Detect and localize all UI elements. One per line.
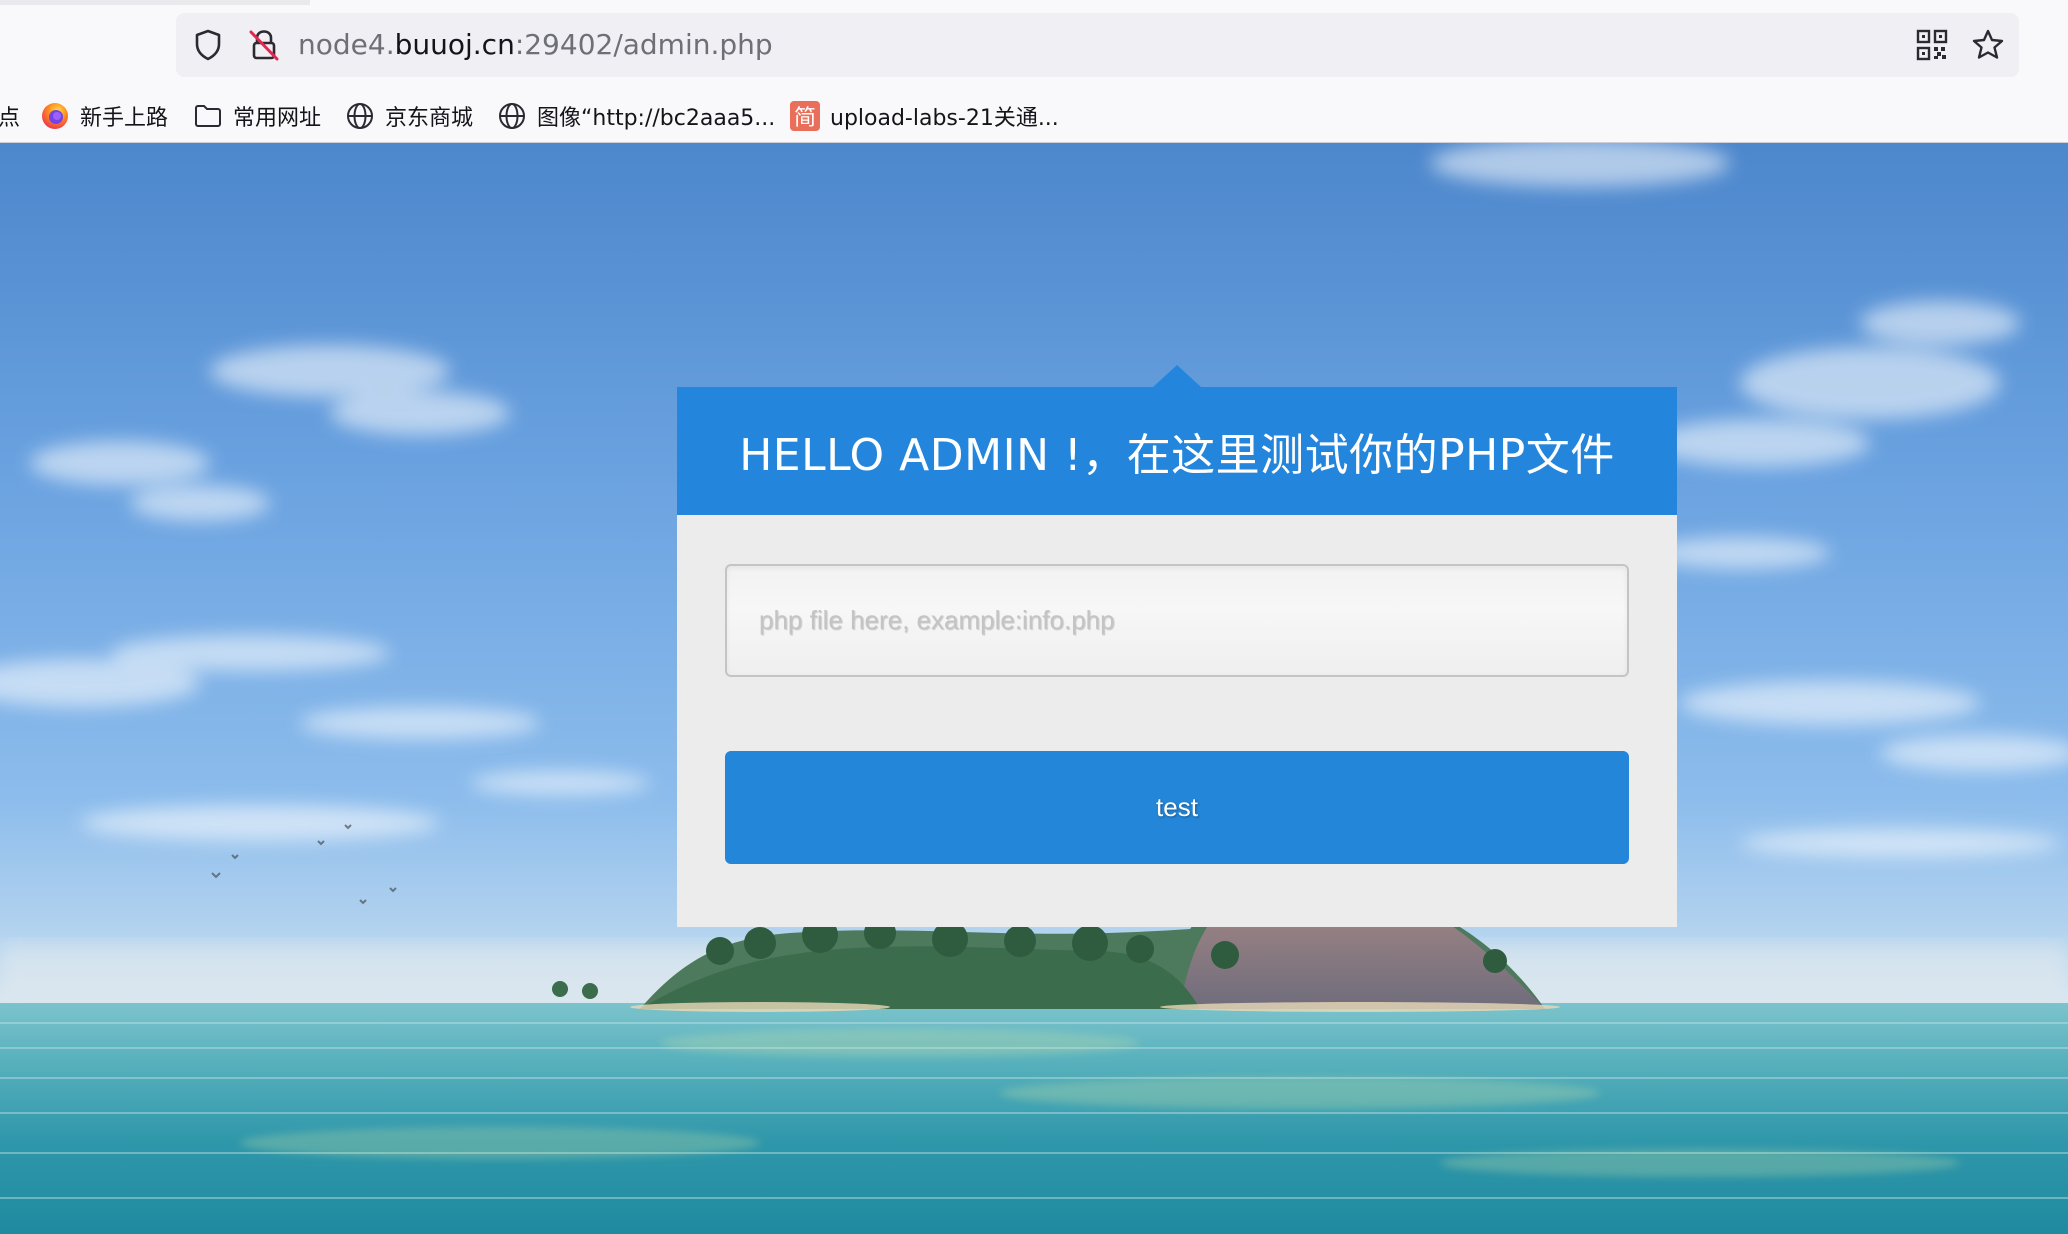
url-text[interactable]: node4.buuoj.cn:29402/admin.php: [298, 28, 773, 62]
address-bar[interactable]: node4.buuoj.cn:29402/admin.php: [176, 13, 2019, 77]
bookmark-image-link[interactable]: 图像“http://bc2aaa5...: [497, 96, 775, 136]
bookmarks-toolbar: 点 新手上路 常用网址 京东商城 图像“http://bc2aaa5... 简 …: [0, 92, 2068, 140]
bookmark-folder-common-sites[interactable]: 常用网址: [193, 96, 321, 136]
page-viewport: HELLO ADMIN !，在这里测试你的PHP文件 test: [0, 143, 2068, 1234]
bookmark-truncated[interactable]: 点: [0, 96, 20, 136]
jianshu-icon: 简: [790, 101, 820, 131]
bookmark-label: 点: [0, 106, 21, 131]
url-prefix: node4.: [298, 28, 395, 61]
bookmark-star-icon[interactable]: [1970, 27, 2006, 63]
php-file-input[interactable]: [725, 564, 1629, 677]
bookmark-label: 新手上路: [80, 106, 169, 131]
panel-body: test: [677, 515, 1677, 927]
panel-title: HELLO ADMIN !，在这里测试你的PHP文件: [677, 387, 1677, 515]
globe-icon: [345, 101, 375, 131]
test-button[interactable]: test: [725, 751, 1629, 864]
bookmark-label: 图像“http://bc2aaa5...: [537, 106, 776, 131]
firefox-icon: [40, 101, 70, 131]
bookmark-getting-started[interactable]: 新手上路: [40, 96, 168, 136]
admin-panel: HELLO ADMIN !，在这里测试你的PHP文件 test: [677, 365, 1677, 927]
bookmark-label: 京东商城: [385, 106, 474, 131]
qr-code-icon[interactable]: [1914, 27, 1950, 63]
browser-chrome: node4.buuoj.cn:29402/admin.php 点 新手上路 常用…: [0, 0, 2068, 143]
folder-icon: [193, 101, 223, 131]
bookmark-jd-mall[interactable]: 京东商城: [345, 96, 473, 136]
url-host: buuoj.cn: [394, 28, 515, 61]
panel-pointer: [1153, 365, 1201, 387]
bookmark-label: upload-labs-21关通...: [830, 106, 1059, 131]
insecure-lock-icon[interactable]: [246, 27, 282, 63]
tab-strip-remnant: [0, 0, 310, 5]
bookmark-upload-labs[interactable]: 简 upload-labs-21关通...: [790, 96, 1059, 136]
url-path: :29402/admin.php: [514, 28, 773, 61]
bookmark-label: 常用网址: [233, 106, 322, 131]
shield-icon[interactable]: [190, 27, 226, 63]
globe-icon: [497, 101, 527, 131]
